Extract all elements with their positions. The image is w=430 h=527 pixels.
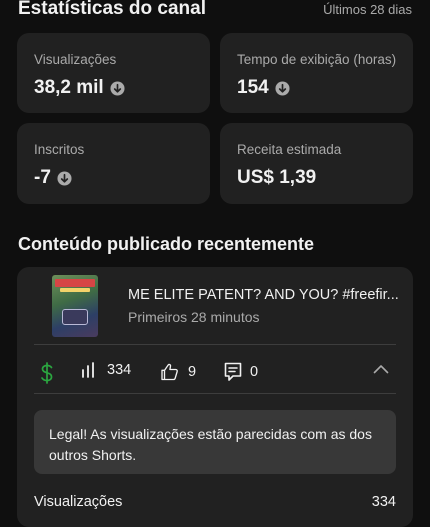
stat-value: -7: [34, 167, 51, 188]
thumbs-up-icon: [161, 363, 178, 381]
stat-value: US$ 1,39: [237, 167, 317, 188]
monetization-status[interactable]: [39, 362, 55, 384]
views-count: 334: [107, 362, 132, 378]
recent-content-card: ME ELITE PATENT? AND YOU? #freefir... Pr…: [17, 267, 413, 527]
stat-value-row: 154: [237, 77, 290, 99]
page-title: Estatísticas do canal: [18, 0, 206, 19]
bar-chart-icon: [82, 362, 94, 378]
comment-icon: [224, 362, 242, 381]
stat-label: Visualizações: [34, 52, 117, 67]
video-thumbnail[interactable]: [52, 275, 98, 337]
stat-value-row: US$ 1,39: [237, 167, 316, 189]
comments-count: 0: [250, 364, 259, 380]
date-range-label[interactable]: Últimos 28 dias: [323, 2, 412, 17]
stat-label: Inscritos: [34, 142, 85, 157]
chevron-up-icon: [373, 365, 389, 374]
stat-label: Receita estimada: [237, 142, 342, 157]
trend-down-icon: [57, 170, 72, 186]
comments-metric[interactable]: 0: [224, 362, 258, 382]
stat-value: 154: [237, 77, 269, 98]
detail-row-value: 334: [371, 494, 396, 510]
video-metrics-row: 334 9 0: [17, 352, 413, 392]
stat-card-subscribers[interactable]: Inscritos -7: [17, 123, 210, 204]
stat-label: Tempo de exibição (horas): [237, 52, 397, 67]
video-title[interactable]: ME ELITE PATENT? AND YOU? #freefir...: [128, 287, 398, 303]
detail-row-label: Visualizações: [34, 494, 123, 510]
trend-down-icon: [275, 80, 290, 96]
section-title: Conteúdo publicado recentemente: [18, 234, 315, 254]
trend-down-icon: [110, 80, 125, 96]
likes-count: 9: [188, 364, 197, 380]
stat-value: 38,2 mil: [34, 77, 104, 98]
stat-card-revenue[interactable]: Receita estimada US$ 1,39: [220, 123, 413, 204]
channel-stats-header: Estatísticas do canal Últimos 28 dias: [18, 0, 412, 22]
thumbnail-graphic: [55, 279, 95, 287]
divider: [34, 393, 396, 394]
views-metric[interactable]: 334: [81, 362, 131, 378]
divider: [34, 344, 396, 345]
thumbnail-graphic: [60, 288, 90, 292]
thumbnail-graphic: [62, 309, 88, 325]
stat-card-watch-time[interactable]: Tempo de exibição (horas) 154: [220, 33, 413, 113]
stat-value-row: -7: [34, 167, 72, 189]
dollar-icon: [41, 362, 53, 384]
stat-value-row: 38,2 mil: [34, 77, 125, 99]
insight-tip-text: Legal! As visualizações estão parecidas …: [49, 426, 372, 463]
insight-tip: Legal! As visualizações estão parecidas …: [34, 410, 396, 474]
video-subtitle: Primeiros 28 minutos: [128, 309, 260, 325]
collapse-button[interactable]: [373, 364, 389, 374]
likes-metric[interactable]: 9: [159, 362, 196, 382]
stat-card-views[interactable]: Visualizações 38,2 mil: [17, 33, 210, 113]
